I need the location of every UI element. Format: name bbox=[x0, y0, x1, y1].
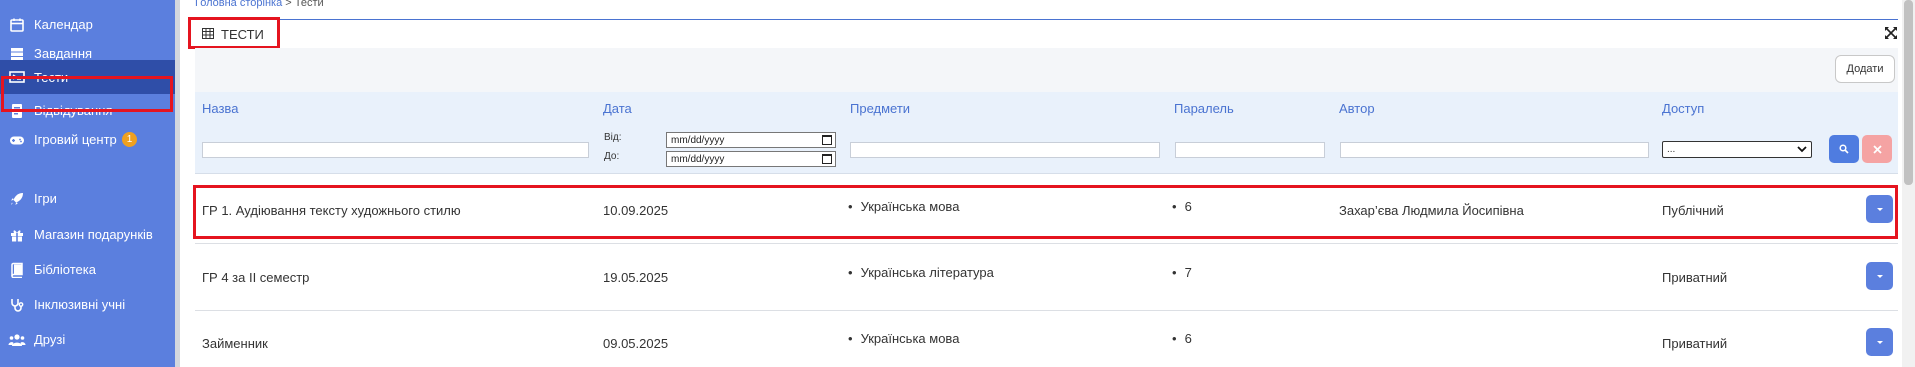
date-from-input[interactable]: mm/dd/yyyy bbox=[666, 132, 836, 148]
row-subject: Українська мова bbox=[848, 199, 960, 214]
row-divider bbox=[195, 243, 1898, 244]
access-filter-select[interactable]: ... bbox=[1662, 141, 1812, 158]
sidebar-item-label: Відвідування bbox=[34, 103, 113, 118]
gamepad-icon bbox=[0, 132, 34, 148]
column-header-author[interactable]: Автор bbox=[1339, 101, 1375, 116]
sidebar-item-inclusive-students[interactable]: Інклюзивні учні bbox=[0, 287, 175, 322]
close-icon bbox=[1872, 144, 1882, 154]
row-parallel: 6 bbox=[1172, 331, 1192, 346]
sidebar-item-tests[interactable]: Тести bbox=[0, 60, 175, 94]
table-header bbox=[195, 92, 1898, 122]
row-date: 10.09.2025 bbox=[603, 203, 669, 218]
panel-header: ТЕСТИ bbox=[188, 20, 1898, 48]
name-filter-input[interactable] bbox=[202, 142, 589, 158]
search-button[interactable] bbox=[1829, 135, 1859, 163]
row-access: Приватний bbox=[1662, 336, 1728, 351]
table-toolbar bbox=[195, 48, 1898, 92]
panel-title-group: ТЕСТИ bbox=[202, 27, 264, 42]
sidebar-item-label: Тести bbox=[34, 69, 69, 85]
sidebar-scrollbar[interactable] bbox=[175, 0, 180, 367]
row-author: Захар’єва Людмила Йосипівна bbox=[1339, 203, 1524, 218]
row-name[interactable]: Займенник bbox=[202, 336, 268, 351]
breadcrumb-home-link[interactable]: Головна сторінка bbox=[195, 0, 282, 9]
clear-filters-button[interactable] bbox=[1862, 135, 1892, 163]
rocket-icon bbox=[0, 191, 34, 207]
sidebar-item-library[interactable]: Бібліотека bbox=[0, 252, 175, 287]
row-access: Публічний bbox=[1662, 203, 1724, 218]
sidebar-item-label: Ігри bbox=[34, 191, 57, 206]
sidebar-item-label: Друзі bbox=[34, 332, 66, 347]
column-header-access[interactable]: Доступ bbox=[1662, 101, 1704, 116]
calendar-icon bbox=[0, 17, 34, 33]
date-from-placeholder: mm/dd/yyyy bbox=[671, 134, 725, 146]
parallel-filter-input[interactable] bbox=[1175, 142, 1325, 158]
row-actions-button[interactable] bbox=[1866, 195, 1893, 223]
caret-down-icon bbox=[1876, 274, 1883, 278]
row-date: 19.05.2025 bbox=[603, 270, 669, 285]
column-header-name[interactable]: Назва bbox=[202, 101, 238, 116]
sidebar-item-label: Інклюзивні учні bbox=[34, 297, 126, 312]
search-icon bbox=[1839, 144, 1849, 154]
subjects-filter-input[interactable] bbox=[850, 142, 1160, 158]
author-filter-input[interactable] bbox=[1340, 142, 1649, 158]
scrollbar-thumb[interactable] bbox=[1904, 0, 1913, 185]
date-to-input[interactable]: mm/dd/yyyy bbox=[666, 151, 836, 167]
breadcrumb: Головна сторінка > Тести bbox=[195, 0, 324, 9]
tests-icon bbox=[0, 69, 34, 85]
sidebar-item-label: Календар bbox=[34, 17, 93, 32]
users-icon bbox=[0, 332, 34, 348]
column-header-subjects[interactable]: Предмети bbox=[850, 101, 910, 116]
row-parallel: 7 bbox=[1172, 265, 1192, 280]
table-icon bbox=[202, 27, 214, 42]
sidebar-item-game-center[interactable]: Ігровий центр 1 bbox=[0, 122, 175, 157]
sidebar-item-games[interactable]: Ігри bbox=[0, 181, 175, 216]
sidebar-item-label: Завдання bbox=[34, 46, 93, 61]
row-divider bbox=[195, 310, 1898, 311]
row-access: Приватний bbox=[1662, 270, 1728, 285]
calendar-picker-icon[interactable] bbox=[822, 135, 832, 145]
calendar-picker-icon[interactable] bbox=[822, 154, 832, 164]
date-to-placeholder: mm/dd/yyyy bbox=[671, 153, 725, 165]
sidebar-item-label: Магазин подарунків bbox=[34, 227, 153, 242]
row-date: 09.05.2025 bbox=[603, 336, 669, 351]
sidebar-item-gift-shop[interactable]: Магазин подарунків bbox=[0, 217, 175, 252]
sidebar-item-friends[interactable]: Друзі bbox=[0, 322, 175, 357]
caret-down-icon bbox=[1876, 207, 1883, 211]
breadcrumb-current: Тести bbox=[294, 0, 324, 9]
access-filter-value: ... bbox=[1667, 144, 1676, 155]
column-header-date[interactable]: Дата bbox=[603, 101, 632, 116]
date-from-label: Від: bbox=[604, 132, 622, 143]
row-parallel: 6 bbox=[1172, 199, 1192, 214]
row-subject: Українська мова bbox=[848, 331, 960, 346]
expand-icon[interactable] bbox=[1884, 26, 1898, 40]
breadcrumb-separator: > bbox=[282, 0, 295, 9]
notification-badge: 1 bbox=[121, 132, 138, 147]
column-header-parallel[interactable]: Паралель bbox=[1174, 101, 1234, 116]
row-subject: Українська література bbox=[848, 265, 994, 280]
sidebar-item-label: Ігровий центр bbox=[34, 132, 117, 147]
row-name[interactable]: ГР 4 за ІІ семестр bbox=[202, 270, 309, 285]
book-icon bbox=[0, 262, 34, 278]
caret-down-icon bbox=[1876, 340, 1883, 344]
sidebar: Календар Завдання Тести Відвідування Ігр… bbox=[0, 0, 175, 367]
panel-title: ТЕСТИ bbox=[221, 26, 264, 42]
date-to-label: До: bbox=[604, 151, 620, 162]
page-scrollbar[interactable] bbox=[1902, 0, 1915, 367]
row-name[interactable]: ГР 1. Аудіювання тексту художнього стилю bbox=[202, 203, 461, 218]
gift-icon bbox=[0, 227, 34, 243]
sidebar-item-label: Бібліотека bbox=[34, 262, 96, 277]
chevron-down-icon bbox=[1797, 145, 1807, 156]
row-actions-button[interactable] bbox=[1866, 262, 1893, 290]
stethoscope-icon bbox=[0, 297, 34, 313]
row-actions-button[interactable] bbox=[1866, 328, 1893, 356]
attendance-icon bbox=[0, 103, 34, 119]
add-button[interactable]: Додати bbox=[1835, 55, 1895, 83]
